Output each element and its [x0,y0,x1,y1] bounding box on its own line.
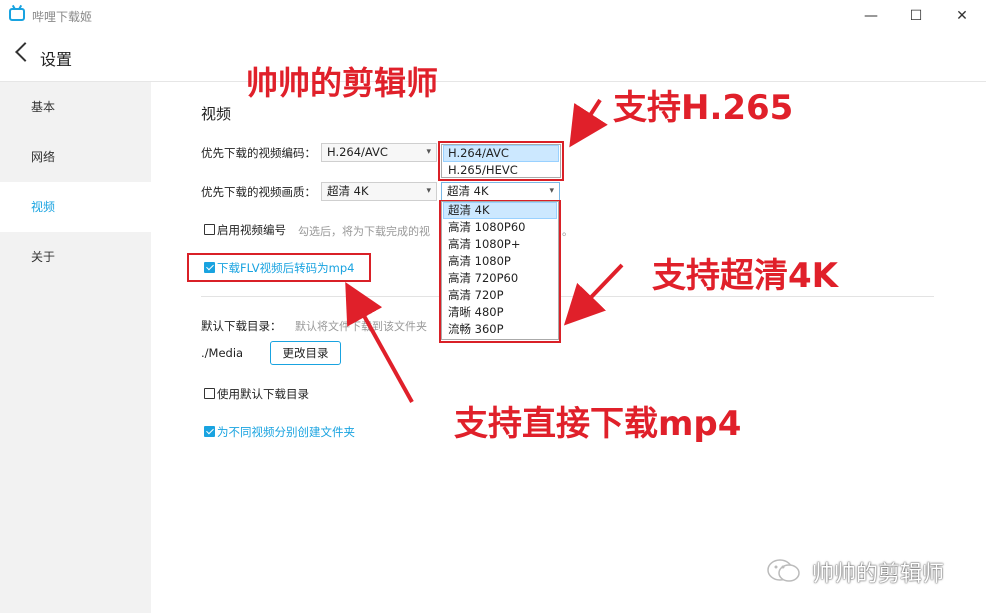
annotation-arrows [345,98,624,403]
watermark-text: 帅帅的剪辑师 [812,562,945,587]
arrow-h265 [569,98,608,148]
wechat-icon [766,558,802,584]
arrow-4k [563,263,624,326]
arrow-mp4 [345,282,414,403]
